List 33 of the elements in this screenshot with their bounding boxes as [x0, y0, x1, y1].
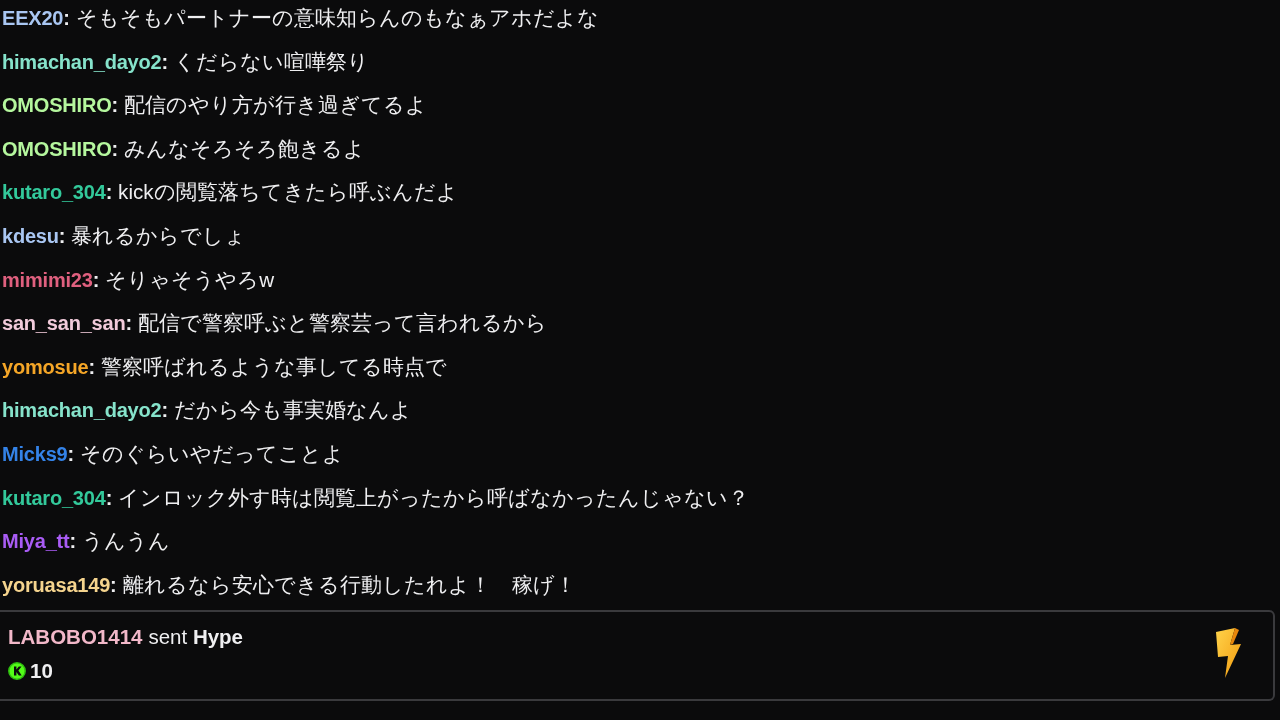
chat-username[interactable]: kdesu:	[2, 224, 66, 247]
chat-message-text: 暴れるからでしょ	[71, 223, 247, 247]
hype-amount: 10	[30, 658, 53, 685]
chat-username[interactable]: Micks9:	[2, 442, 74, 465]
chat-username[interactable]: Miya_tt:	[2, 530, 76, 553]
chat-message-text: そのぐらいやだってことよ	[80, 441, 344, 465]
chat-username[interactable]: san_san_san:	[2, 312, 132, 335]
chat-message-text: だから今も事実婚なんよ	[173, 398, 412, 422]
sender-username[interactable]: LABOBO1414	[8, 624, 143, 651]
chat-message-text: 配信で警察呼ぶと警察芸って言われるから	[137, 311, 547, 335]
lightning-bolt-icon	[1213, 628, 1243, 679]
chat-message-text: 離れるなら安心できる行動したれよ！ 稼げ！	[122, 572, 576, 596]
chat-message-text: インロック外す時は閲覧上がったから呼ばなかったんじゃない？	[118, 485, 750, 509]
chat-username[interactable]: yoruasa149:	[2, 573, 117, 596]
hype-message: sent Hype	[148, 624, 244, 651]
chat-username[interactable]: himachan_dayo2:	[2, 399, 168, 422]
chat-message-text: うんうん	[82, 529, 170, 553]
chat-username[interactable]: mimimi23:	[2, 268, 100, 291]
chat-message-text: kickの閲覧落ちてきたら呼ぶんだよ	[118, 180, 458, 204]
chat-username[interactable]: kutaro_304:	[2, 486, 113, 509]
chat-message-text: そりゃそうやろw	[105, 267, 274, 291]
chat-message-text: そもそもパートナーの意味知らんのもなぁアホだよな	[75, 6, 599, 29]
chat-username[interactable]: himachan_dayo2:	[2, 50, 168, 73]
coin-icon	[8, 662, 26, 681]
chat-username[interactable]: kutaro_304:	[2, 181, 113, 204]
chat-message-text: 配信のやり方が行き過ぎてるよ	[124, 93, 427, 117]
chat-message-text: みんなそろそろ飽きるよ	[124, 136, 365, 160]
chat-message-text: 警察呼ばれるような事してる時点で	[100, 354, 447, 378]
chat-username[interactable]: OMOSHIRO:	[2, 137, 118, 160]
chat-username[interactable]: EEX20:	[2, 7, 70, 29]
chat-message-text: くだらない喧嘩祭り	[173, 49, 369, 73]
chat-username[interactable]: OMOSHIRO:	[2, 94, 118, 117]
chat-username[interactable]: yomosue:	[2, 355, 95, 378]
